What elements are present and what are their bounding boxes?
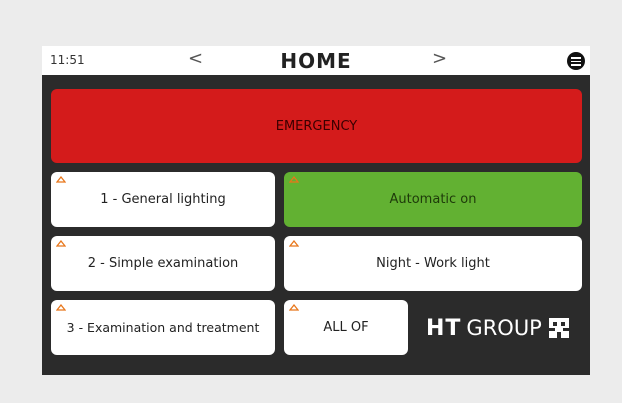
logo-ht-text: HT	[426, 315, 462, 341]
simple-examination-button[interactable]: 2 - Simple examination	[51, 236, 275, 291]
all-off-button[interactable]: ALL OF	[284, 300, 408, 355]
logo-group-text: GROUP	[466, 316, 542, 340]
automatic-on-button[interactable]: Automatic on	[284, 172, 582, 227]
indicator-triangle-icon	[56, 240, 66, 247]
indicator-triangle-icon	[289, 176, 299, 183]
menu-icon[interactable]	[567, 52, 585, 70]
page-title: HOME	[280, 49, 352, 73]
night-work-light-label: Night - Work light	[376, 256, 490, 271]
indicator-triangle-icon	[56, 176, 66, 183]
top-bar: 11:51 < HOME >	[42, 46, 590, 75]
brand-logo: HT GROUP	[426, 314, 570, 342]
control-screen: 11:51 < HOME > EMERGENCY 1 - General lig…	[42, 46, 590, 375]
indicator-triangle-icon	[289, 304, 299, 311]
indicator-triangle-icon	[289, 240, 299, 247]
general-lighting-button[interactable]: 1 - General lighting	[51, 172, 275, 227]
indicator-triangle-icon	[56, 304, 66, 311]
chevron-right-icon[interactable]: >	[432, 49, 447, 69]
general-lighting-label: 1 - General lighting	[100, 192, 226, 207]
simple-examination-label: 2 - Simple examination	[87, 256, 239, 271]
examination-treatment-label: 3 - Examination and treatment	[66, 320, 260, 335]
examination-treatment-button[interactable]: 3 - Examination and treatment	[51, 300, 275, 355]
emergency-button[interactable]: EMERGENCY	[51, 89, 582, 163]
logo-mark-icon	[548, 318, 569, 338]
night-work-light-button[interactable]: Night - Work light	[284, 236, 582, 291]
automatic-on-label: Automatic on	[389, 192, 477, 207]
emergency-label: EMERGENCY	[275, 118, 358, 134]
all-off-label: ALL OF	[323, 320, 369, 335]
